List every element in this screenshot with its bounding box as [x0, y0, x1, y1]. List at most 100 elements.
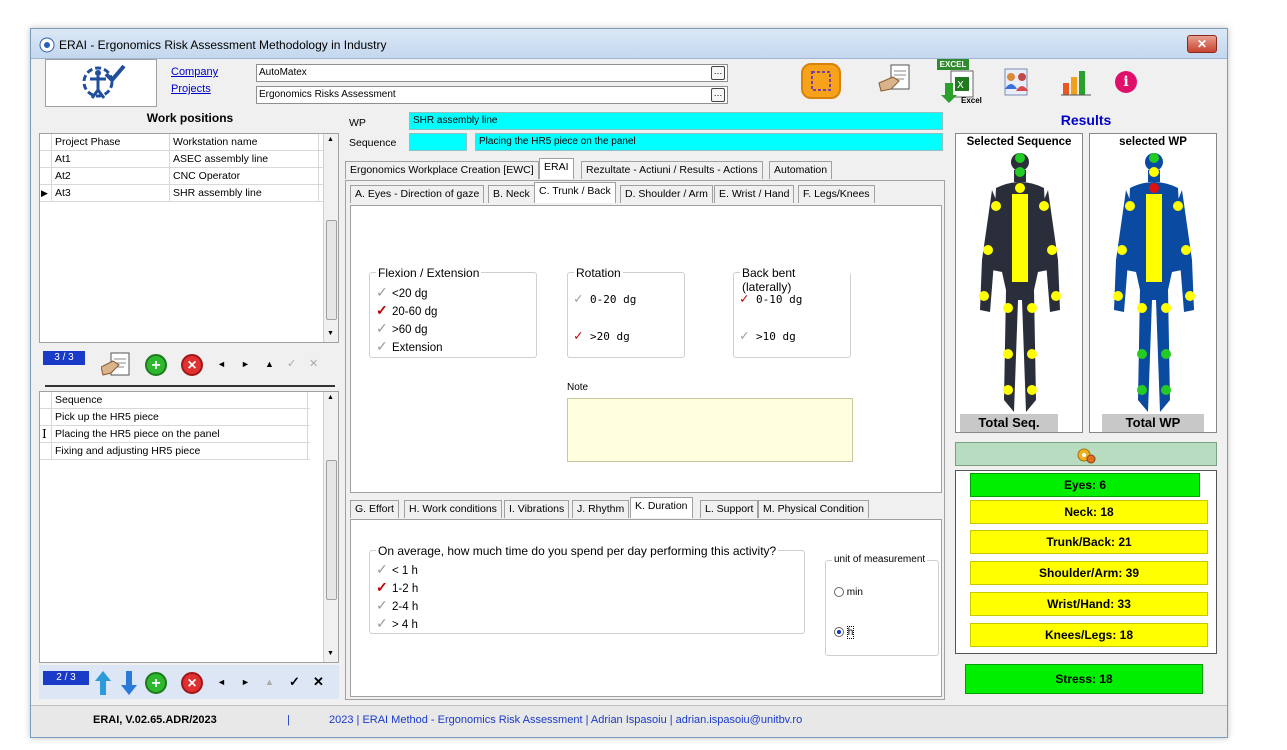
- next-button[interactable]: ►: [241, 359, 250, 369]
- tab-erai[interactable]: ERAI: [539, 158, 574, 179]
- add-sequence-button[interactable]: +: [145, 672, 167, 694]
- move-up-icon[interactable]: [95, 671, 111, 695]
- users-button[interactable]: [999, 65, 1033, 99]
- project-combo[interactable]: Ergonomics Risks Assessment …: [256, 86, 728, 104]
- tab-legs-knees[interactable]: F. Legs/Knees: [798, 185, 875, 203]
- bent-option[interactable]: ✓ >10 dg: [740, 328, 796, 344]
- projects-link[interactable]: Projects: [171, 83, 211, 95]
- tab-duration[interactable]: K. Duration: [630, 497, 693, 518]
- rotation-option[interactable]: ✓ 0-20 dg: [574, 291, 636, 307]
- tab-effort[interactable]: G. Effort: [350, 500, 399, 518]
- tab-ewc[interactable]: Ergonomics Workplace Creation [EWC]: [345, 161, 539, 179]
- duration-option[interactable]: ✓ 2-4 h: [376, 597, 418, 614]
- note-field[interactable]: [567, 398, 853, 462]
- scroll-up-arrow[interactable]: ▲: [327, 136, 334, 143]
- add-position-button[interactable]: +: [145, 354, 167, 376]
- tab-eyes[interactable]: A. Eyes - Direction of gaze: [350, 185, 485, 203]
- col-sequence[interactable]: Sequence: [52, 392, 308, 409]
- flexion-option[interactable]: ✓ >60 dg: [376, 320, 428, 337]
- flexion-option[interactable]: ✓ Extension: [376, 338, 443, 355]
- remove-position-button[interactable]: ×: [181, 354, 203, 376]
- check-icon: ✓: [376, 320, 388, 336]
- tab-physical-condition[interactable]: M. Physical Condition: [758, 500, 869, 518]
- sequences-scrollbar[interactable]: ▲ ▼: [323, 392, 338, 662]
- stress-score: Stress: 18: [965, 664, 1203, 694]
- bent-option[interactable]: ✓ 0-10 dg: [740, 291, 802, 307]
- move-down-icon[interactable]: [121, 671, 137, 695]
- tab-shoulder-arm[interactable]: D. Shoulder / Arm: [620, 185, 713, 203]
- close-button[interactable]: ✕: [1187, 35, 1217, 53]
- tab-rhythm[interactable]: J. Rhythm: [572, 500, 630, 518]
- col-workstation-name[interactable]: Workstation name: [170, 134, 319, 151]
- tab-support[interactable]: L. Support: [700, 500, 759, 518]
- prev-button[interactable]: ◄: [217, 359, 226, 369]
- duration-option[interactable]: ✓ > 4 h: [376, 615, 418, 632]
- project-more-button[interactable]: …: [711, 88, 725, 102]
- tab-wrist-hand[interactable]: E. Wrist / Hand: [714, 185, 795, 203]
- edit-document-icon[interactable]: [101, 349, 135, 379]
- duration-option[interactable]: ✓ 1-2 h: [376, 579, 418, 596]
- excel-export-button[interactable]: EXCEL X Excel: [937, 59, 985, 107]
- document-hand-button[interactable]: [877, 63, 913, 97]
- scroll-thumb[interactable]: [326, 460, 337, 600]
- cancel-button[interactable]: ✕: [309, 357, 318, 370]
- score-wrist-hand: Wrist/Hand: 33: [970, 592, 1208, 616]
- tab-automation[interactable]: Automation: [769, 161, 833, 179]
- flexion-option[interactable]: ✓ 20-60 dg: [376, 302, 437, 319]
- remove-sequence-button[interactable]: ×: [181, 672, 203, 694]
- tab-vibrations[interactable]: I. Vibrations: [504, 500, 570, 518]
- scroll-thumb[interactable]: [326, 220, 337, 320]
- sequence-counter: 2 / 3: [43, 671, 89, 685]
- scroll-down-arrow[interactable]: ▼: [327, 650, 334, 657]
- post-button[interactable]: ✓: [289, 674, 300, 690]
- flexion-option[interactable]: ✓ <20 dg: [376, 284, 428, 301]
- excel-sub-label: Excel: [961, 96, 982, 105]
- tab-neck[interactable]: B. Neck: [488, 185, 535, 203]
- tab-work-conditions[interactable]: H. Work conditions: [404, 500, 502, 518]
- matrix-button[interactable]: [801, 63, 841, 99]
- up-button[interactable]: ▲: [265, 677, 274, 687]
- trunk-page: Flexion / Extension ✓ <20 dg ✓ 20-60 dg ✓ >…: [350, 205, 942, 493]
- scroll-up-arrow[interactable]: ▲: [327, 394, 334, 401]
- results-title: Results: [1060, 112, 1112, 128]
- duration-option[interactable]: ✓ < 1 h: [376, 561, 418, 578]
- row-indicator: [40, 151, 52, 168]
- tab-results-actions[interactable]: Rezultate - Actiuni / Results - Actions: [581, 161, 763, 179]
- status-separator: |: [287, 714, 290, 726]
- rotation-group: Rotation ✓ 0-20 dg ✓ >20 dg: [567, 266, 685, 358]
- next-button[interactable]: ►: [241, 677, 250, 687]
- company-more-button[interactable]: …: [711, 66, 725, 80]
- work-positions-scrollbar[interactable]: ▲ ▼: [323, 134, 338, 342]
- row-indicator: [40, 409, 52, 426]
- left-panel: Work positions Project Phase Workstation…: [39, 109, 341, 703]
- sequence-id-field[interactable]: [409, 133, 467, 151]
- table-row[interactable]: Fixing and adjusting HR5 piece: [40, 443, 310, 460]
- chart-button[interactable]: [1059, 65, 1093, 99]
- unit-min-radio[interactable]: min: [834, 587, 863, 598]
- post-button[interactable]: ✓: [287, 357, 296, 370]
- table-row[interactable]: ▶ At3 SHR assembly line: [40, 185, 323, 202]
- cell-sequence: Pick up the HR5 piece: [52, 409, 308, 426]
- scroll-down-arrow[interactable]: ▼: [327, 330, 334, 337]
- cell-sequence: Placing the HR5 piece on the panel: [52, 426, 308, 443]
- company-combo[interactable]: AutoMatex …: [256, 64, 728, 82]
- current-row-marker: ▶: [40, 185, 52, 202]
- body-figure-sequence: [979, 153, 1061, 412]
- sequence-field[interactable]: Placing the HR5 piece on the panel: [475, 133, 943, 151]
- table-row[interactable]: At1 ASEC assembly line: [40, 151, 323, 168]
- prev-button[interactable]: ◄: [217, 677, 226, 687]
- up-button[interactable]: ▲: [265, 359, 274, 369]
- cancel-button[interactable]: ✕: [313, 674, 324, 690]
- unit-h-radio[interactable]: h: [834, 626, 855, 639]
- info-button[interactable]: i: [1115, 71, 1137, 93]
- table-row[interactable]: I Placing the HR5 piece on the panel: [40, 426, 310, 443]
- table-row[interactable]: At2 CNC Operator: [40, 168, 323, 185]
- company-link[interactable]: Company: [171, 66, 218, 78]
- col-project-phase[interactable]: Project Phase: [52, 134, 170, 151]
- table-row[interactable]: Pick up the HR5 piece: [40, 409, 310, 426]
- rotation-option[interactable]: ✓ >20 dg: [574, 328, 630, 344]
- wp-field[interactable]: SHR assembly line: [409, 112, 943, 130]
- tab-trunk-back[interactable]: C. Trunk / Back: [534, 182, 616, 203]
- calculate-button[interactable]: [955, 442, 1217, 466]
- work-positions-grid: Project Phase Workstation name At1 ASEC …: [39, 133, 339, 343]
